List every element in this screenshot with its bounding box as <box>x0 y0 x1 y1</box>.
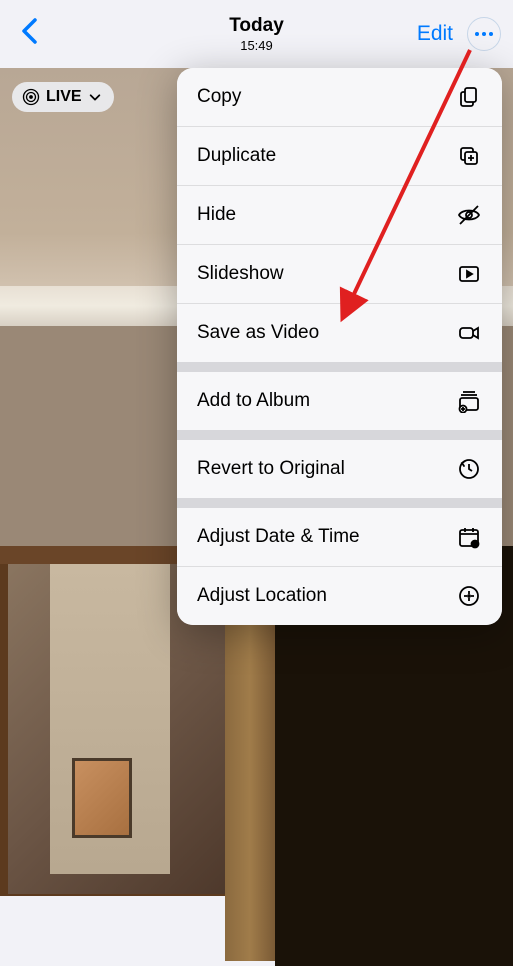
menu-label: Duplicate <box>197 145 276 167</box>
menu-label: Copy <box>197 86 241 108</box>
calendar-icon <box>456 524 482 550</box>
menu-item-save-as-video[interactable]: Save as Video <box>177 304 502 362</box>
page-title: Today <box>229 15 284 38</box>
menu-label: Adjust Date & Time <box>197 526 360 548</box>
album-icon <box>456 388 482 414</box>
menu-item-adjust-datetime[interactable]: Adjust Date & Time <box>177 508 502 567</box>
menu-label: Revert to Original <box>197 458 345 480</box>
context-menu: Copy Duplicate Hide <box>177 68 502 625</box>
revert-icon <box>456 456 482 482</box>
more-button[interactable] <box>467 17 501 51</box>
menu-label: Adjust Location <box>197 585 327 607</box>
menu-item-slideshow[interactable]: Slideshow <box>177 245 502 304</box>
slideshow-icon <box>456 261 482 287</box>
live-label: LIVE <box>46 88 82 106</box>
edit-button[interactable]: Edit <box>417 22 453 46</box>
video-icon <box>456 320 482 346</box>
menu-item-adjust-location[interactable]: Adjust Location <box>177 567 502 625</box>
live-icon <box>22 88 40 106</box>
menu-item-copy[interactable]: Copy <box>177 68 502 127</box>
copy-icon <box>456 84 482 110</box>
header-title-area: Today 15:49 <box>229 15 284 53</box>
menu-label: Hide <box>197 204 236 226</box>
menu-item-hide[interactable]: Hide <box>177 186 502 245</box>
more-icon <box>475 32 493 36</box>
location-icon <box>456 583 482 609</box>
page-time: 15:49 <box>229 38 284 54</box>
menu-label: Add to Album <box>197 390 310 412</box>
menu-label: Slideshow <box>197 263 284 285</box>
menu-item-add-to-album[interactable]: Add to Album <box>177 372 502 430</box>
menu-item-revert[interactable]: Revert to Original <box>177 440 502 498</box>
header: Today 15:49 Edit <box>0 0 513 68</box>
menu-item-duplicate[interactable]: Duplicate <box>177 127 502 186</box>
duplicate-icon <box>456 143 482 169</box>
back-button[interactable] <box>12 12 46 57</box>
hide-icon <box>456 202 482 228</box>
chevron-down-icon <box>88 90 102 104</box>
live-badge[interactable]: LIVE <box>12 82 114 112</box>
menu-label: Save as Video <box>197 322 319 344</box>
